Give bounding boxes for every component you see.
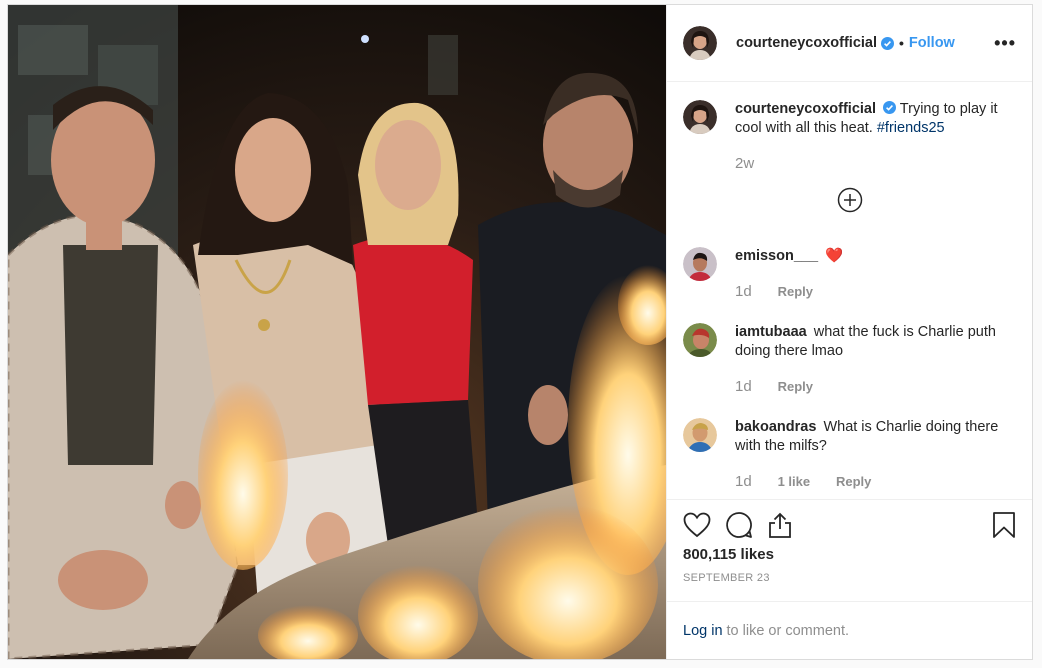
- commenter-avatar[interactable]: [683, 418, 717, 452]
- comment-item: bakoandras What is Charlie doing there w…: [683, 418, 1016, 491]
- comment-username[interactable]: iamtubaaa: [735, 324, 807, 340]
- photo-scene: [8, 5, 666, 659]
- heart-icon[interactable]: [683, 512, 711, 541]
- commenter-avatar[interactable]: [683, 323, 717, 357]
- verified-badge-icon: [883, 101, 897, 114]
- comment-text: ❤️: [825, 248, 844, 264]
- login-prompt: Log in to like or comment.: [667, 601, 1032, 659]
- caption: courteneycoxofficial Trying to play it c…: [683, 100, 1016, 173]
- verified-badge-icon: [881, 36, 895, 50]
- caption-age[interactable]: 2w: [735, 155, 754, 172]
- follow-button[interactable]: Follow: [909, 35, 955, 51]
- post-photo[interactable]: [8, 5, 666, 659]
- comments-list[interactable]: courteneycoxofficial Trying to play it c…: [667, 82, 1032, 499]
- post-header: courteneycoxofficial • Follow •••: [667, 5, 1032, 82]
- comment-likes[interactable]: 1 like: [778, 474, 811, 489]
- comment-icon[interactable]: [725, 511, 753, 542]
- reply-button[interactable]: Reply: [836, 474, 871, 489]
- author-username[interactable]: courteneycoxofficial: [736, 35, 877, 51]
- author-avatar[interactable]: [683, 26, 717, 60]
- login-prompt-text: to like or comment.: [726, 622, 850, 639]
- likes-count[interactable]: 800,115 likes: [683, 546, 1016, 563]
- comment-age[interactable]: 1d: [735, 378, 752, 395]
- post-actions: 800,115 likes SEPTEMBER 23 Log in to lik…: [667, 499, 1032, 659]
- share-icon[interactable]: [767, 511, 793, 542]
- action-icons: [683, 500, 1016, 552]
- separator-dot: •: [899, 35, 904, 51]
- instagram-post: courteneycoxofficial • Follow ••• courte…: [7, 4, 1033, 660]
- login-link[interactable]: Log in: [683, 623, 723, 639]
- caption-username[interactable]: courteneycoxofficial: [735, 101, 876, 117]
- comment-username[interactable]: emisson___: [735, 248, 818, 264]
- post-date[interactable]: SEPTEMBER 23: [683, 572, 1016, 584]
- comment-username[interactable]: bakoandras: [735, 419, 816, 435]
- comment-age[interactable]: 1d: [735, 283, 752, 300]
- more-options-icon[interactable]: •••: [994, 34, 1016, 52]
- load-more-comments[interactable]: [683, 187, 1016, 213]
- comment-item: iamtubaaa what the fuck is Charlie puth …: [683, 323, 1016, 396]
- load-more-comments-icon[interactable]: [837, 187, 863, 213]
- post-side-panel: courteneycoxofficial • Follow ••• courte…: [666, 5, 1032, 659]
- reply-button[interactable]: Reply: [778, 284, 813, 299]
- reply-button[interactable]: Reply: [778, 379, 813, 394]
- comment-age[interactable]: 1d: [735, 473, 752, 490]
- author-avatar[interactable]: [683, 100, 717, 134]
- caption-hashtag[interactable]: #friends25: [877, 120, 945, 136]
- comment-item: emisson___ ❤️ 1d Reply: [683, 247, 1016, 301]
- bookmark-icon[interactable]: [992, 511, 1016, 542]
- commenter-avatar[interactable]: [683, 247, 717, 281]
